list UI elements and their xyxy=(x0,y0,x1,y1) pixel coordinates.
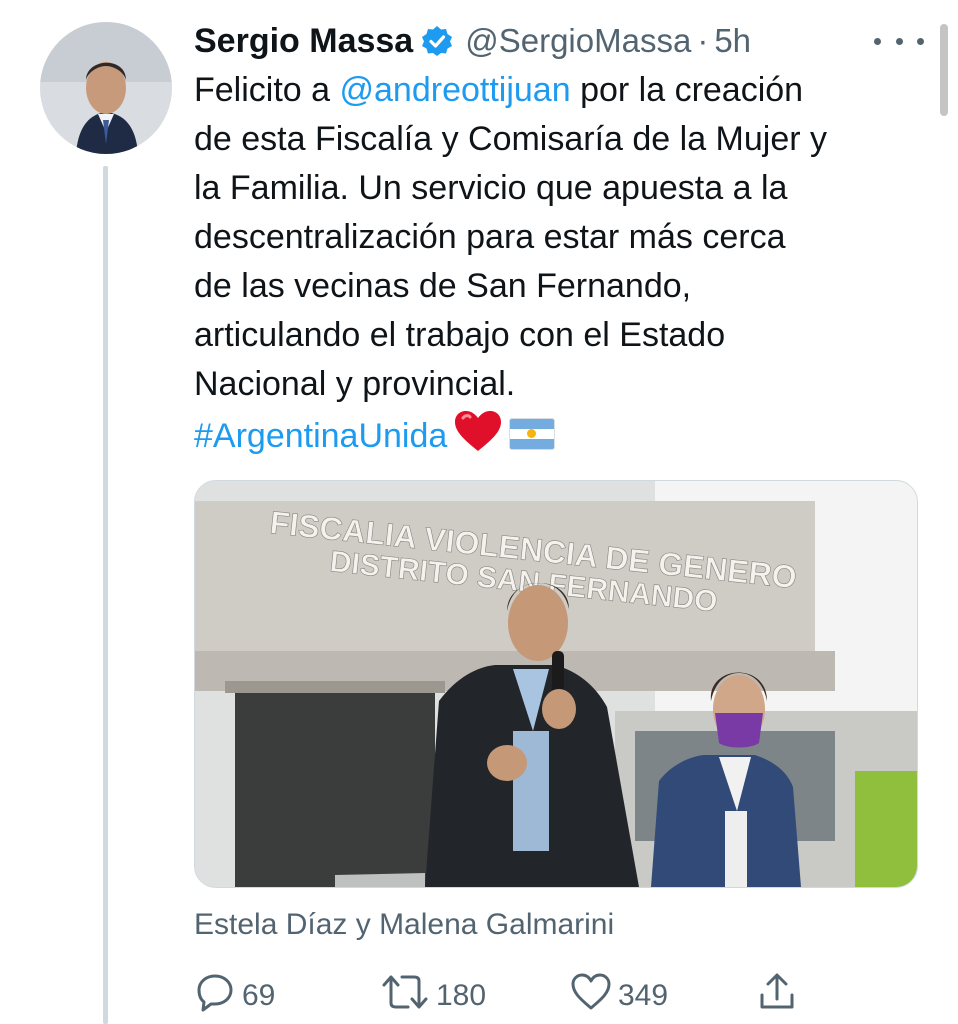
verified-badge-icon xyxy=(421,25,453,57)
tweet-actions: 69 180 349 xyxy=(194,972,814,1020)
like-icon xyxy=(570,971,618,1021)
tweet-timestamp[interactable]: 5h xyxy=(714,22,751,60)
scrollbar[interactable] xyxy=(940,24,948,116)
tweet-text-line: de las vecinas de San Fernando, xyxy=(194,267,692,305)
tweet-photo[interactable]: FISCALIA VIOLENCIA DE GENERO DISTRITO SA… xyxy=(194,480,918,888)
tweet-text-line: Felicito a @andreottijuan por la creació… xyxy=(194,66,934,115)
reply-icon xyxy=(194,971,242,1021)
text-segment: Felicito a xyxy=(194,71,340,109)
mention-link[interactable]: @andreottijuan xyxy=(340,71,571,109)
like-count: 349 xyxy=(618,979,669,1012)
retweet-button[interactable]: 180 xyxy=(380,972,486,1020)
avatar-portrait xyxy=(40,22,172,154)
separator-dot: · xyxy=(697,22,709,59)
thread-line xyxy=(103,166,108,1024)
retweet-count: 180 xyxy=(436,979,487,1012)
reply-count: 69 xyxy=(242,979,276,1012)
share-icon xyxy=(756,971,804,1021)
reply-button[interactable]: 69 xyxy=(194,972,275,1020)
hashtag-link[interactable]: #ArgentinaUnida xyxy=(194,417,447,455)
more-options-icon[interactable] xyxy=(874,26,924,56)
tweet-text: Felicito a @andreottijuan por la creació… xyxy=(194,66,934,467)
like-button[interactable]: 349 xyxy=(570,972,668,1020)
author-name[interactable]: Sergio Massa xyxy=(194,22,413,61)
argentina-flag-icon xyxy=(509,418,556,450)
text-segment: por la creación xyxy=(570,71,804,109)
photo-scene: FISCALIA VIOLENCIA DE GENERO DISTRITO SA… xyxy=(195,481,917,887)
tagged-people[interactable]: Estela Díaz y Malena Galmarini xyxy=(194,908,614,942)
tweet-header: Sergio Massa @SergioMassa · 5h xyxy=(194,14,924,68)
tweet-text-line: Nacional y provincial. xyxy=(194,365,516,403)
retweet-icon xyxy=(380,971,436,1021)
author-avatar[interactable] xyxy=(40,22,172,154)
share-button[interactable] xyxy=(756,972,804,1020)
author-handle[interactable]: @SergioMassa xyxy=(465,22,691,60)
heart-emoji-icon xyxy=(453,409,503,467)
tweet-text-line: la Familia. Un servicio que apuesta a la xyxy=(194,169,788,207)
tweet-text-line: de esta Fiscalía y Comisaría de la Mujer… xyxy=(194,120,828,158)
tweet-text-line: articulando el trabajo con el Estado xyxy=(194,316,726,354)
tweet-text-line: #ArgentinaUnida xyxy=(194,409,934,467)
tweet-text-line: descentralización para estar más cerca xyxy=(194,218,786,256)
